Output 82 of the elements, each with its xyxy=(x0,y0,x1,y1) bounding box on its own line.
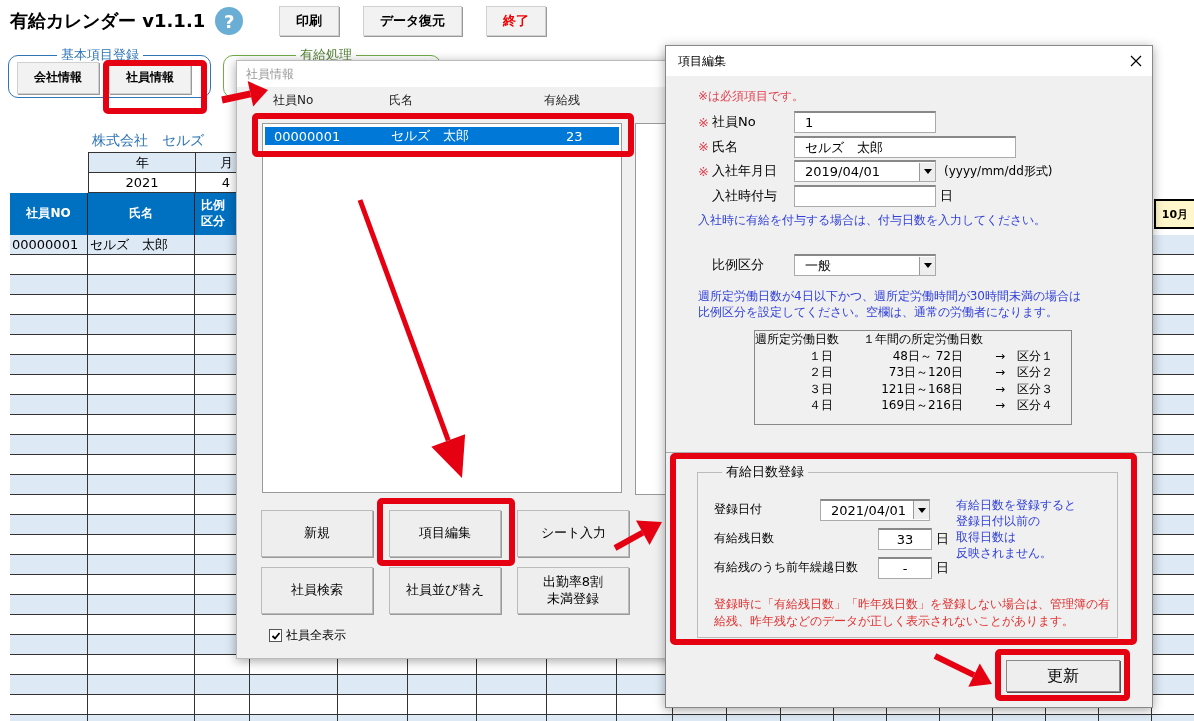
list-item[interactable]: 00000001 セルズ 太郎 23 xyxy=(265,127,620,145)
caret-icon[interactable] xyxy=(923,263,932,268)
table-cell-text: 169日～216日 xyxy=(880,397,963,414)
dialog-button[interactable]: 新規 xyxy=(261,510,373,557)
list-header: 有給残 xyxy=(544,92,580,109)
help-text: 登録日付以前の xyxy=(956,513,1041,529)
help-text: 入社時に有給を付与する場合は、付与日数を入力してください。 xyxy=(698,212,1047,229)
required-mark: ※ xyxy=(698,114,709,130)
help-text: 反映されません。 xyxy=(956,545,1053,561)
dialog-button[interactable]: 社員並び替え xyxy=(389,567,501,614)
window-title: 社員情報 xyxy=(246,65,294,83)
month-header: 10月 xyxy=(1154,199,1194,229)
unit-label: 日 xyxy=(936,529,949,548)
dialog-button[interactable]: 項目編集 xyxy=(389,510,501,557)
date-dropdown[interactable]: 2019/04/01 xyxy=(794,160,936,183)
dialog-button[interactable]: 出勤率8割未満登録 xyxy=(517,567,629,614)
toolbar-button[interactable]: 印刷 xyxy=(279,6,340,36)
column-header: 氏名 xyxy=(88,193,195,235)
window-title: 項目編集 xyxy=(678,52,726,70)
menu-button[interactable]: 会社情報 xyxy=(17,61,99,94)
dialog-button[interactable]: シート入力 xyxy=(517,510,629,557)
arrow xyxy=(613,520,662,551)
help-text: 有給日数を登録すると xyxy=(956,497,1076,513)
required-mark: ※ xyxy=(698,163,709,179)
table-cell-text: → 区分３ xyxy=(993,380,1053,397)
caret-icon[interactable] xyxy=(923,169,932,175)
field-label: 登録日付 xyxy=(714,501,763,518)
help-text: 取得日数は xyxy=(956,529,1017,545)
input-field[interactable]: 1 xyxy=(794,111,936,134)
update-button[interactable]: 更新 xyxy=(1006,660,1120,692)
table-cell: セルズ 太郎 xyxy=(88,235,195,254)
required-mark: ※ xyxy=(698,139,709,155)
close-icon[interactable] xyxy=(1130,55,1142,67)
field-label: 社員No xyxy=(712,113,757,132)
list-header: 氏名 xyxy=(389,92,414,109)
input-field[interactable] xyxy=(794,184,936,207)
company-name: 株式会社 セルズ xyxy=(92,132,204,150)
table-cell: 00000001 xyxy=(10,235,88,254)
group-title: 基本項目登録 xyxy=(60,46,140,64)
group-title: 有給日数登録 xyxy=(725,463,805,481)
table-cell-text: → 区分１ xyxy=(993,347,1053,364)
field-label: 入社時付与 xyxy=(712,186,778,205)
list-header: 社員No xyxy=(273,92,315,109)
table-cell-text: → 区分４ xyxy=(993,397,1053,414)
column-header: 社員NO xyxy=(10,193,88,235)
toolbar-button[interactable]: データ復元 xyxy=(363,6,463,36)
format-hint: (yyyy/mm/dd形式) xyxy=(944,162,1053,180)
table-cell-text: 73日～120日 xyxy=(887,364,963,381)
warning-text: 登録時に「有給残日数」「昨年残日数」を登録しない場合は、管理簿の有給残、昨年残などのデータが正しく表示されないことがあります。 xyxy=(714,596,1111,630)
unit-label: 日 xyxy=(940,186,953,205)
dialog-button[interactable]: 社員検索 xyxy=(261,567,373,614)
required-note: ※は必須項目です。 xyxy=(698,88,806,105)
field-label: 比例区分 xyxy=(712,256,765,274)
table-cell-text: 48日～ 72日 xyxy=(891,347,963,364)
checkbox[interactable] xyxy=(269,629,282,642)
input-field[interactable]: 33 xyxy=(878,527,932,550)
table-cell-text: ４日 xyxy=(808,397,834,414)
field-label: 有給残のうち前年繰越日数 xyxy=(714,559,859,576)
ratio-dropdown[interactable]: 一般 xyxy=(794,254,936,276)
table-header: 週所定労働日数 xyxy=(755,331,840,348)
date-dropdown[interactable]: 2021/04/01 xyxy=(820,498,930,521)
caret-icon[interactable] xyxy=(917,507,926,513)
table-cell-text: ２日 xyxy=(808,364,834,381)
field-label: 有給残日数 xyxy=(714,530,775,547)
input-field[interactable]: セルズ 太郎 xyxy=(794,135,1016,158)
table-header: １年間の所定労働日数 xyxy=(863,331,983,348)
arrow xyxy=(221,81,268,107)
toolbar-button[interactable]: 終了 xyxy=(486,6,547,36)
app-title: 有給カレンダー v1.1.1 xyxy=(10,9,206,33)
input-field[interactable]: - xyxy=(878,556,932,579)
table-cell-text: → 区分２ xyxy=(993,364,1053,381)
arrow xyxy=(933,653,992,687)
checkbox-label: 社員全表示 xyxy=(286,627,346,644)
unit-label: 日 xyxy=(936,558,949,577)
field-label: 入社年月日 xyxy=(712,162,778,181)
table-cell-text: ３日 xyxy=(808,380,834,397)
help-text: 週所定労働日数が4日以下かつ、週所定労働時間が30時間未満の場合は比例区分を設定してください。空欄は、通常の労働者になります。 xyxy=(698,288,1082,320)
table-cell-text: 121日～168日 xyxy=(880,380,963,397)
table-cell-text: １日 xyxy=(808,347,834,364)
table-header: 年 xyxy=(88,152,196,173)
group-title: 有給処理 xyxy=(299,46,353,64)
field-label: 氏名 xyxy=(712,137,739,156)
